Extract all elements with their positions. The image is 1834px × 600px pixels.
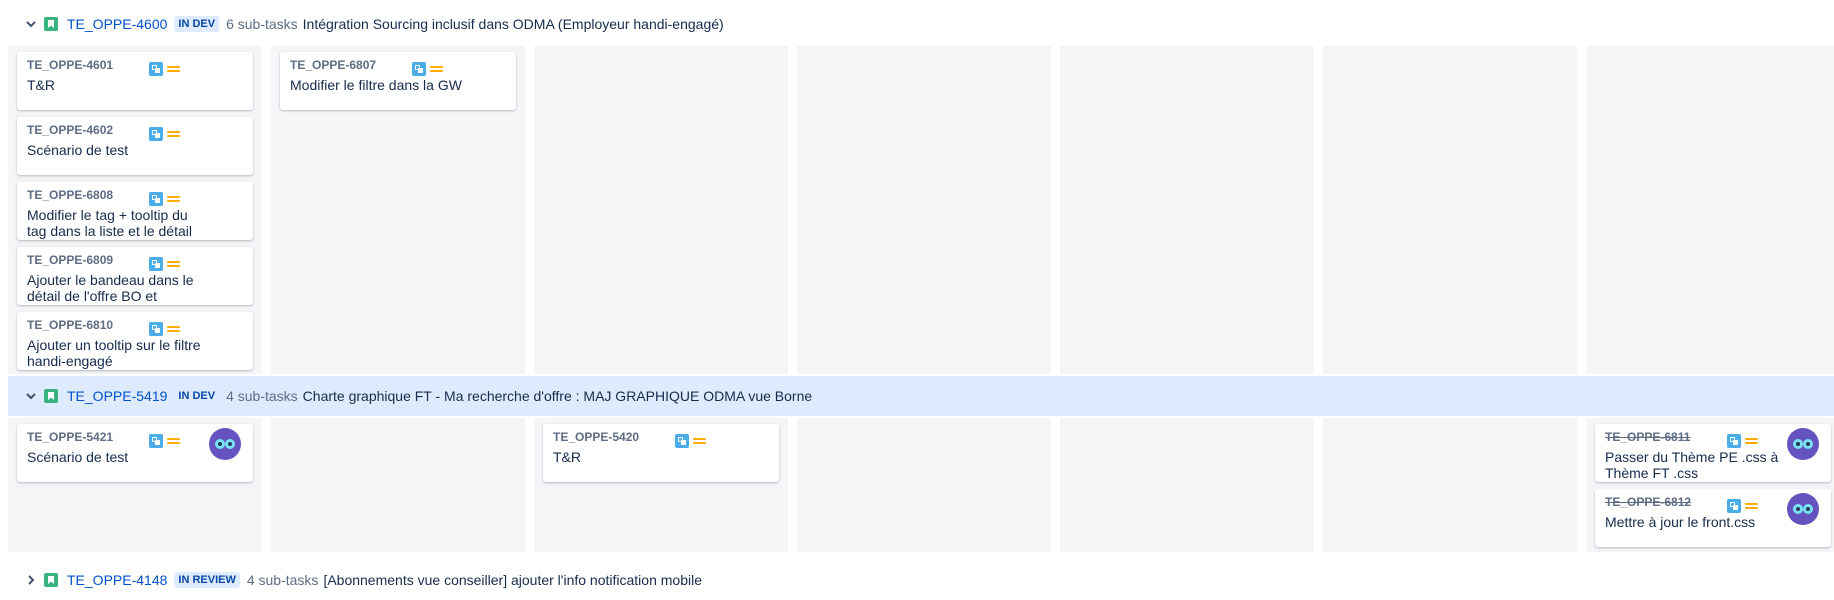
priority-medium-icon [167, 259, 180, 269]
card-key[interactable]: TE_OPPE-6810 [27, 318, 243, 332]
priority-medium-icon [1745, 501, 1758, 511]
issue-card[interactable]: TE_OPPE-6812 Mettre à jour le front.css [1595, 489, 1831, 547]
subtask-icon [149, 257, 163, 271]
story-icon [44, 573, 58, 587]
issue-key-link[interactable]: TE_OPPE-4148 [67, 572, 167, 588]
subtask-icon [149, 192, 163, 206]
card-summary: Ajouter le bandeau dans le détail de l'o… [27, 272, 194, 304]
card-key[interactable]: TE_OPPE-6808 [27, 188, 243, 202]
column-cell [534, 46, 788, 374]
swimlane-summary: Intégration Sourcing inclusif dans ODMA … [302, 16, 724, 32]
issue-card[interactable]: TE_OPPE-6807 Modifier le filtre dans la … [280, 52, 516, 110]
priority-medium-icon [430, 64, 443, 74]
swimlane-summary: [Abonnements vue conseiller] ajouter l'i… [323, 572, 702, 588]
card-summary: Passer du Thème PE .css à Thème FT .css [1605, 449, 1779, 481]
swimlane-body: TE_OPPE-4601 T&R TE_OPPE-4602 Scénario d… [8, 46, 1834, 374]
subtask-icon [149, 127, 163, 141]
swimlane-header[interactable]: TE_OPPE-5419 IN DEV 4 sub-tasks Charte g… [8, 376, 1834, 416]
issue-key-link[interactable]: TE_OPPE-5419 [67, 388, 167, 404]
subtask-icon [149, 434, 163, 448]
card-summary: Scénario de test [27, 449, 129, 465]
priority-medium-icon [1745, 436, 1758, 446]
story-icon [44, 17, 58, 31]
priority-medium-icon [693, 436, 706, 446]
card-summary: T&R [553, 449, 581, 465]
status-lozenge: IN DEV [174, 388, 220, 404]
column-cell [797, 46, 1051, 374]
column-cell [1586, 46, 1834, 374]
issue-key-link[interactable]: TE_OPPE-4600 [67, 16, 167, 32]
card-summary: T&R [27, 77, 55, 93]
priority-medium-icon [167, 64, 180, 74]
swimlane-body: TE_OPPE-5421 Scénario de test TE_OPPE-54… [8, 418, 1834, 552]
subtasks-count: 4 sub-tasks [246, 572, 319, 588]
subtask-icon [149, 62, 163, 76]
subtask-icon [675, 434, 689, 448]
column-cell: TE_OPPE-5420 T&R [534, 418, 788, 552]
avatar[interactable] [1787, 493, 1819, 525]
subtask-icon [1727, 434, 1741, 448]
column-cell [1323, 418, 1577, 552]
swimlane-header[interactable]: TE_OPPE-4148 IN REVIEW 4 sub-tasks [Abon… [8, 560, 1834, 600]
card-summary: Modifier le tag + tooltip du tag dans la… [27, 207, 192, 239]
column-cell [271, 418, 525, 552]
avatar[interactable] [1787, 428, 1819, 460]
card-key[interactable]: TE_OPPE-6807 [290, 58, 506, 72]
card-key[interactable]: TE_OPPE-4601 [27, 58, 243, 72]
card-summary: Mettre à jour le front.css [1605, 514, 1756, 530]
story-icon [44, 389, 58, 403]
chevron-down-icon[interactable] [26, 19, 36, 29]
issue-card[interactable]: TE_OPPE-6811 Passer du Thème PE .css à T… [1595, 424, 1831, 482]
swimlane-summary: Charte graphique FT - Ma recherche d'off… [302, 388, 813, 404]
priority-medium-icon [167, 194, 180, 204]
subtasks-count: 4 sub-tasks [226, 388, 298, 404]
issue-card[interactable]: TE_OPPE-5421 Scénario de test [17, 424, 253, 482]
subtasks-count: 6 sub-tasks [226, 16, 298, 32]
subtask-icon [149, 322, 163, 336]
avatar[interactable] [209, 428, 241, 460]
column-cell: TE_OPPE-6807 Modifier le filtre dans la … [271, 46, 525, 374]
subtask-icon [1727, 499, 1741, 513]
subtask-icon [412, 62, 426, 76]
card-key[interactable]: TE_OPPE-5420 [553, 430, 769, 444]
column-cell [1060, 418, 1314, 552]
status-lozenge: IN REVIEW [174, 572, 240, 588]
card-key[interactable]: TE_OPPE-4602 [27, 123, 243, 137]
issue-card[interactable]: TE_OPPE-5420 T&R [543, 424, 779, 482]
column-cell: TE_OPPE-6811 Passer du Thème PE .css à T… [1586, 418, 1834, 552]
chevron-right-icon[interactable] [26, 575, 36, 585]
priority-medium-icon [167, 324, 180, 334]
issue-card[interactable]: TE_OPPE-4602 Scénario de test [17, 117, 253, 175]
issue-card[interactable]: TE_OPPE-6810 Ajouter un tooltip sur le f… [17, 312, 253, 370]
priority-medium-icon [167, 436, 180, 446]
column-cell [1060, 46, 1314, 374]
issue-card[interactable]: TE_OPPE-6809 Ajouter le bandeau dans le … [17, 247, 253, 305]
column-cell: TE_OPPE-4601 T&R TE_OPPE-4602 Scénario d… [8, 46, 262, 374]
issue-card[interactable]: TE_OPPE-4601 T&R [17, 52, 253, 110]
issue-card[interactable]: TE_OPPE-6808 Modifier le tag + tooltip d… [17, 182, 253, 240]
column-cell [1323, 46, 1577, 374]
swimlane-header[interactable]: TE_OPPE-4600 IN DEV 6 sub-tasks Intégrat… [8, 4, 1834, 44]
card-summary: Scénario de test [27, 142, 129, 158]
chevron-down-icon[interactable] [26, 391, 36, 401]
card-key[interactable]: TE_OPPE-6809 [27, 253, 243, 267]
status-lozenge: IN DEV [174, 16, 220, 32]
column-cell: TE_OPPE-5421 Scénario de test [8, 418, 262, 552]
card-summary: Modifier le filtre dans la GW [290, 77, 462, 93]
column-cell [797, 418, 1051, 552]
priority-medium-icon [167, 129, 180, 139]
card-summary: Ajouter un tooltip sur le filtre handi-e… [27, 337, 201, 369]
